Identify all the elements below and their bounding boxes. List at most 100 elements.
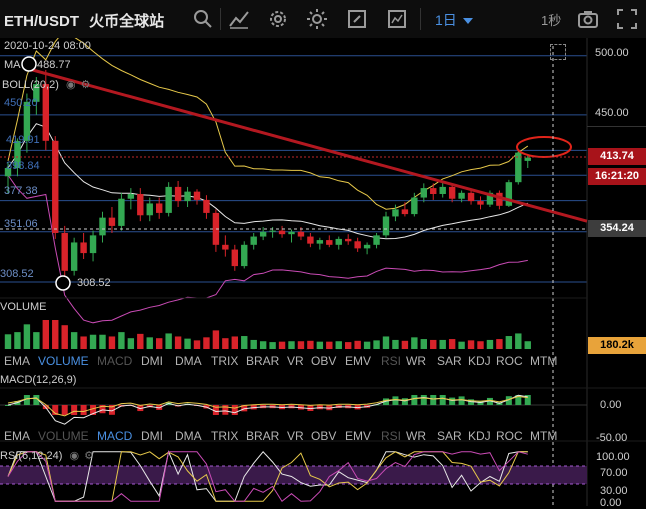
tab-roc[interactable]: ROC [496,429,523,443]
tab-rsi[interactable]: RSI [381,429,401,443]
tab-ema[interactable]: EMA [4,429,30,443]
tab-emv[interactable]: EMV [345,354,371,368]
tab-vr[interactable]: VR [287,354,304,368]
indicator-icon[interactable] [228,8,250,30]
volume-bar [278,341,286,349]
candle-body [174,186,182,202]
tab-macd[interactable]: MACD [97,354,132,368]
rsi-label[interactable]: RSI(6,12,24) ◉ ⚙ [0,449,94,462]
fullscreen-chart-icon[interactable] [550,44,566,60]
macd-series [0,394,587,425]
tab-dmi[interactable]: DMI [141,429,163,443]
trend-line[interactable] [28,67,588,223]
countdown-badge: 16:21:20 [588,168,646,185]
tab-wr[interactable]: WR [406,429,426,443]
volume-bar [307,340,314,349]
tab-emv[interactable]: EMV [345,429,371,443]
low-marker-icon [55,275,71,291]
settings-icon[interactable] [267,8,289,30]
indicator-tabs-volume: EMA VOLUME MACD DMI DMA TRIX BRAR VR OBV… [0,352,646,370]
tab-obv[interactable]: OBV [311,429,336,443]
crosshair-price-badge: 354.24 [588,220,646,237]
volume-bar [401,340,409,349]
tab-vr[interactable]: VR [287,429,304,443]
volume-bar [486,339,494,349]
ma-label: MA 488.77 [4,59,71,71]
camera-icon[interactable] [577,8,599,30]
tab-kdj[interactable]: KDJ [468,354,491,368]
candle-body [354,241,361,249]
macd-bar [420,395,427,405]
symbol-title[interactable]: ETH/USDT 火币全球站 [4,10,164,31]
low-marker-label: 308.52 [77,277,111,289]
gear-icon[interactable]: ⚙ [84,450,94,462]
boll-name: BOLL(20,2) [2,79,59,91]
volume-bar [250,339,257,349]
macd-bar [411,395,418,405]
eye-icon[interactable]: ◉ [66,79,76,91]
tab-mtm[interactable]: MTM [530,354,557,368]
tab-dma[interactable]: DMA [175,354,202,368]
volume-bar [165,333,172,349]
macd-bar [401,398,408,405]
candle-body [288,231,295,235]
volume-bar [61,325,68,349]
volume-bar [477,341,484,349]
level-label: 351.06 [4,218,38,230]
tab-ema[interactable]: EMA [4,354,30,368]
tab-macd[interactable]: MACD [97,429,132,443]
chevron-down-icon [462,18,473,25]
volume-bar [297,341,305,349]
tab-kdj[interactable]: KDJ [468,429,491,443]
fullscreen-icon[interactable] [346,8,368,30]
candle-body [259,231,267,237]
symbol-label: ETH/USDT [4,13,79,30]
candle-body [80,242,87,254]
search-icon[interactable] [192,8,214,30]
candle-body [363,244,371,249]
level-label: 398.84 [6,160,40,172]
theme-icon[interactable] [306,8,328,30]
volume-bar [222,338,229,349]
expand-icon[interactable] [616,8,638,30]
tab-wr[interactable]: WR [406,354,426,368]
candle-body [184,191,191,202]
candle-body [42,84,49,141]
speed-label[interactable]: 1秒 [541,10,561,29]
tab-sar[interactable]: SAR [437,429,462,443]
level-label: 308.52 [0,268,34,280]
candle-body [458,192,465,199]
interval-select[interactable]: 1日 [435,10,473,30]
candle-body [89,235,97,254]
tab-mtm[interactable]: MTM [530,429,557,443]
macd-bar [430,395,437,405]
volume-bar [373,340,380,349]
boll-label[interactable]: BOLL(20,2) ◉ ⚙ [2,78,90,91]
tab-volume[interactable]: VOLUME [38,429,89,443]
volume-bar [14,332,21,349]
gear-icon[interactable]: ⚙ [81,79,91,91]
tab-rsi[interactable]: RSI [381,354,401,368]
candle-body [127,194,135,199]
tab-trix[interactable]: TRIX [211,429,238,443]
tab-roc[interactable]: ROC [496,354,523,368]
layout-icon[interactable] [386,8,408,30]
rsi-tick: 0.00 [600,497,622,509]
tab-obv[interactable]: OBV [311,354,336,368]
tab-sar[interactable]: SAR [437,354,462,368]
candle-body [335,238,342,245]
tab-dma[interactable]: DMA [175,429,202,443]
volume-bar [99,334,106,349]
tab-trix[interactable]: TRIX [211,354,238,368]
volume-bar [174,336,182,349]
tab-dmi[interactable]: DMI [141,354,163,368]
volume-bar [203,337,210,349]
tab-brar[interactable]: BRAR [246,429,279,443]
eye-icon[interactable]: ◉ [69,450,79,462]
macd-label: MACD(12,26,9) [0,374,77,386]
candle-body [373,235,380,245]
tab-volume[interactable]: VOLUME [38,354,89,368]
tab-brar[interactable]: BRAR [246,354,279,368]
volume-bar [316,341,324,349]
volume-bar [524,341,531,349]
